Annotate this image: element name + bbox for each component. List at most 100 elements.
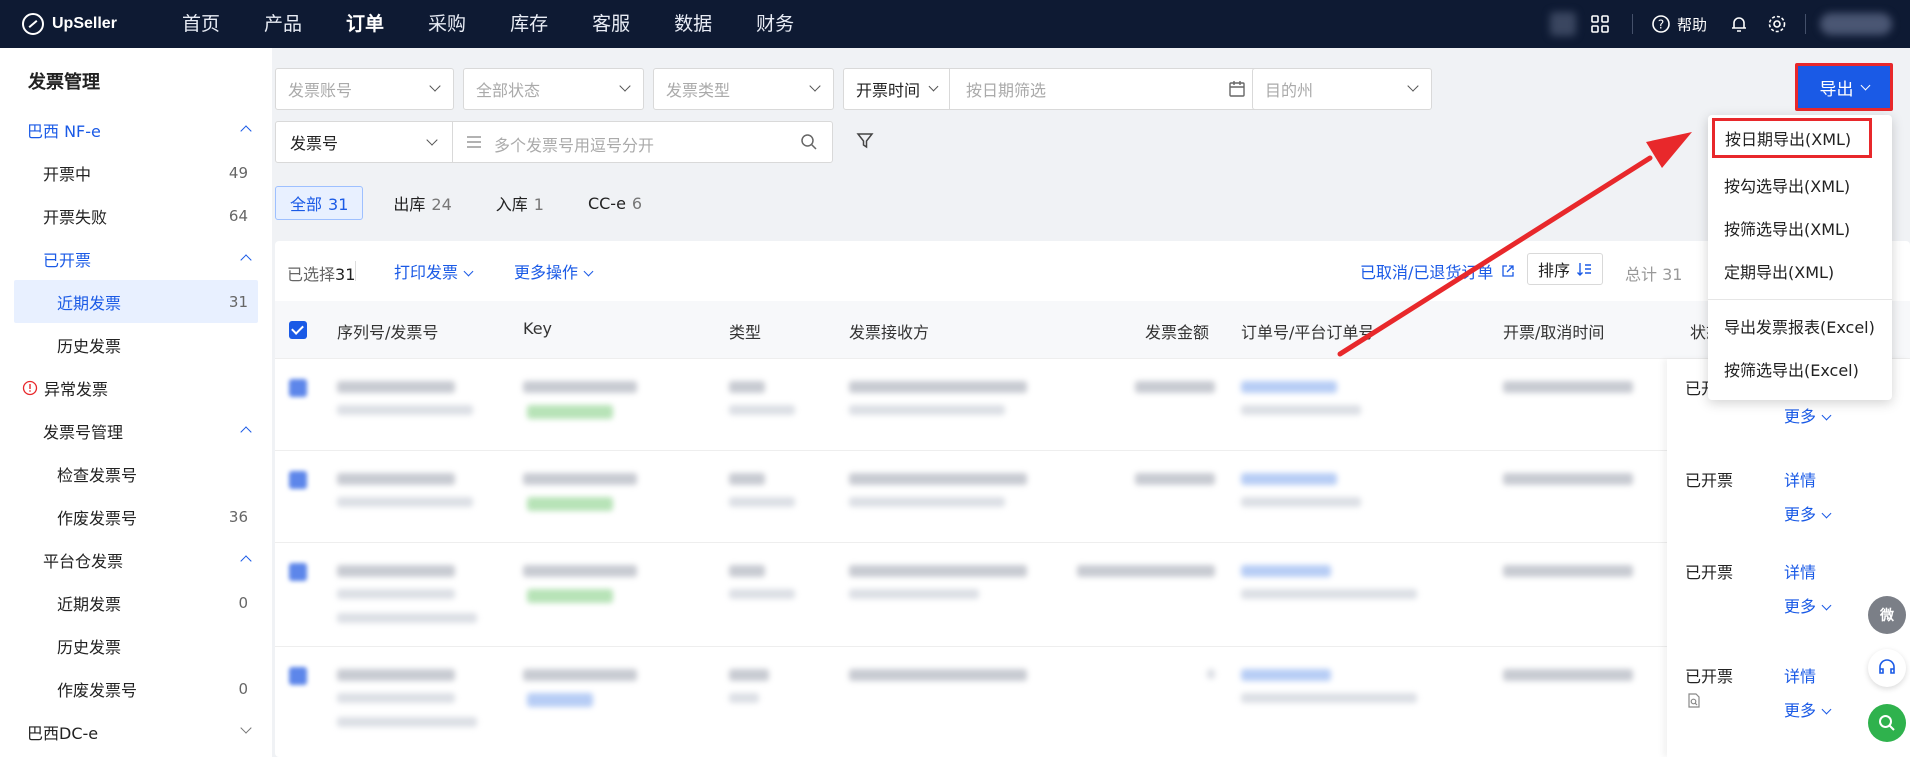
tab-inbound[interactable]: 入库 1: [482, 187, 558, 219]
bell-icon[interactable]: [1729, 14, 1749, 34]
menu-divider: [1708, 299, 1892, 300]
invoice-number-input[interactable]: 多个发票号用逗号分开: [494, 132, 654, 156]
scheduled-export-xml[interactable]: 定期导出(XML): [1708, 251, 1892, 291]
export-button[interactable]: 导出: [1795, 63, 1893, 111]
cancelled-returned-orders-link[interactable]: 已取消/已退货订单: [1360, 259, 1515, 283]
wechat-float-button[interactable]: 微: [1868, 596, 1906, 634]
row-checkbox[interactable]: [289, 379, 307, 397]
help-icon[interactable]: ?: [1651, 14, 1671, 34]
status-actions-column: 已开票 更多 已开票 详情 更多 已开票 详情 更多 已开票 详情 更多: [1667, 359, 1910, 757]
nav-orders[interactable]: 订单: [324, 0, 406, 48]
nav-finance[interactable]: 财务: [734, 0, 816, 48]
user-avatar[interactable]: [1820, 13, 1892, 35]
blurred-shop-badge: [1549, 12, 1576, 36]
status-select[interactable]: 全部状态: [463, 68, 644, 110]
calendar-icon[interactable]: [1228, 80, 1246, 98]
row-checkbox[interactable]: [289, 563, 307, 581]
divider: [355, 261, 356, 281]
external-link-icon: [1501, 265, 1514, 277]
col-order-number: 订单号/平台订单号: [1241, 323, 1375, 342]
sidebar-item-history-invoices[interactable]: 历史发票: [0, 323, 272, 366]
export-by-checked-xml[interactable]: 按勾选导出(XML): [1708, 165, 1892, 205]
nav-inventory[interactable]: 库存: [488, 0, 570, 48]
detail-link[interactable]: 详情: [1784, 467, 1816, 491]
sidebar-item-recent-invoices[interactable]: 近期发票 31: [14, 280, 258, 323]
sidebar-item-failed[interactable]: 开票失败 64: [0, 194, 272, 237]
chevron-down-icon: [1860, 80, 1870, 90]
chevron-down-icon: [583, 266, 594, 277]
destination-state-select[interactable]: 目的州: [1252, 68, 1432, 110]
col-amount: 发票金额: [1145, 323, 1210, 342]
gear-icon[interactable]: [1767, 14, 1787, 34]
top-navigation-bar: UpSeller 首页 产品 订单 采购 库存 客服 数据 财务 ? 帮助: [0, 0, 1910, 48]
more-actions-link[interactable]: 更多: [1784, 501, 1832, 525]
sidebar-item-issuing[interactable]: 开票中 49: [0, 151, 272, 194]
nav-purchase[interactable]: 采购: [406, 0, 488, 48]
sidebar-group-brazil-nfe[interactable]: 巴西 NF-e: [0, 108, 272, 151]
export-by-filter-xml[interactable]: 按筛选导出(XML): [1708, 208, 1892, 248]
chevron-down-icon: [240, 722, 252, 734]
sidebar-group-issued[interactable]: 已开票: [0, 237, 272, 280]
divider: [1805, 14, 1806, 34]
chevron-down-icon: [429, 80, 441, 92]
more-actions-link[interactable]: 更多: [1784, 593, 1832, 617]
more-actions-link[interactable]: 更多: [1784, 403, 1832, 427]
nav-products[interactable]: 产品: [242, 0, 324, 48]
sidebar-item-platform-void[interactable]: 作废发票号 0: [0, 667, 272, 710]
date-range-input[interactable]: 按日期筛选: [966, 77, 1046, 101]
export-by-date-xml[interactable]: 按日期导出(XML): [1712, 118, 1872, 158]
chevron-down-icon: [463, 266, 474, 277]
search-float-button[interactable]: [1868, 704, 1906, 742]
export-by-filter-excel[interactable]: 按筛选导出(Excel): [1708, 349, 1892, 389]
apps-grid-icon[interactable]: [1590, 14, 1610, 34]
chevron-down-icon: [1407, 80, 1419, 92]
invoice-type-select[interactable]: 发票类型: [653, 68, 834, 110]
sidebar-item-void-number[interactable]: 作废发票号 36: [0, 495, 272, 538]
detail-link[interactable]: 详情: [1784, 559, 1816, 583]
tab-all[interactable]: 全部 31: [275, 186, 364, 220]
chevron-down-icon: [1821, 600, 1832, 611]
date-filter-group: 开票时间 按日期筛选: [843, 68, 1261, 110]
sort-icon: [1577, 263, 1592, 276]
app-logo[interactable]: UpSeller: [0, 13, 150, 35]
headset-icon: [1879, 659, 1895, 674]
sidebar-item-platform-recent[interactable]: 近期发票 0: [0, 581, 272, 624]
table-row: [275, 359, 1910, 451]
sort-button[interactable]: 排序: [1527, 253, 1604, 285]
nav-data[interactable]: 数据: [652, 0, 734, 48]
nav-home[interactable]: 首页: [160, 0, 242, 48]
detail-link[interactable]: 详情: [1784, 663, 1816, 687]
document-search-icon[interactable]: [1686, 693, 1702, 709]
sidebar-item-check-number[interactable]: 检查发票号: [0, 452, 272, 495]
help-label[interactable]: 帮助: [1677, 14, 1707, 35]
logo-text: UpSeller: [52, 15, 117, 32]
sidebar-item-platform-history[interactable]: 历史发票: [0, 624, 272, 667]
tab-cce[interactable]: CC-e 6: [574, 190, 656, 217]
row-checkbox[interactable]: [289, 471, 307, 489]
chevron-down-icon: [1821, 410, 1832, 421]
status-text: 已开票: [1685, 471, 1734, 490]
export-invoice-report-excel[interactable]: 导出发票报表(Excel): [1708, 306, 1892, 346]
chevron-down-icon: [1821, 704, 1832, 715]
nav-service[interactable]: 客服: [570, 0, 652, 48]
sidebar-group-brazil-dce[interactable]: 巴西DC-e: [0, 710, 272, 753]
number-type-select[interactable]: 发票号: [290, 130, 338, 154]
invoice-account-select[interactable]: 发票账号: [275, 68, 454, 110]
logo-icon: [22, 13, 44, 35]
search-icon[interactable]: [800, 133, 818, 151]
export-dropdown-menu: 按日期导出(XML) 按勾选导出(XML) 按筛选导出(XML) 定期导出(XM…: [1708, 115, 1892, 400]
row-checkbox[interactable]: [289, 667, 307, 685]
sidebar-item-abnormal[interactable]: 异常发票: [0, 366, 272, 409]
time-type-select[interactable]: 开票时间: [856, 77, 920, 101]
sidebar-group-platform-warehouse[interactable]: 平台仓发票: [0, 538, 272, 581]
more-actions-link[interactable]: 更多: [1784, 697, 1832, 721]
customer-service-button[interactable]: [1868, 649, 1906, 687]
more-operations-button[interactable]: 更多操作: [514, 259, 594, 283]
tab-outbound[interactable]: 出库 24: [379, 187, 465, 219]
col-key: Key: [523, 319, 553, 338]
filter-icon[interactable]: [856, 132, 874, 150]
print-invoice-button[interactable]: 打印发票: [394, 259, 474, 283]
select-all-checkbox[interactable]: [289, 321, 307, 339]
chevron-down-icon: [619, 80, 631, 92]
sidebar-group-number-mgmt[interactable]: 发票号管理: [0, 409, 272, 452]
